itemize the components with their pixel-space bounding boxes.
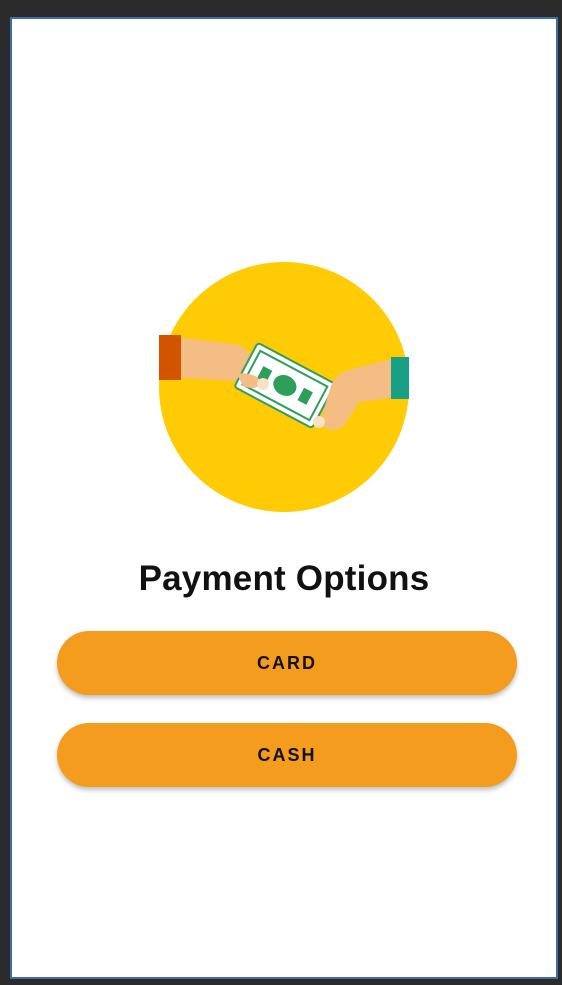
hands-exchanging-money-icon [159, 262, 409, 512]
page-title: Payment Options [138, 559, 430, 598]
card-payment-button[interactable]: CARD [57, 631, 517, 695]
payment-options-screen: Payment Options CARD CASH [10, 17, 558, 979]
cash-payment-button[interactable]: CASH [57, 723, 517, 787]
